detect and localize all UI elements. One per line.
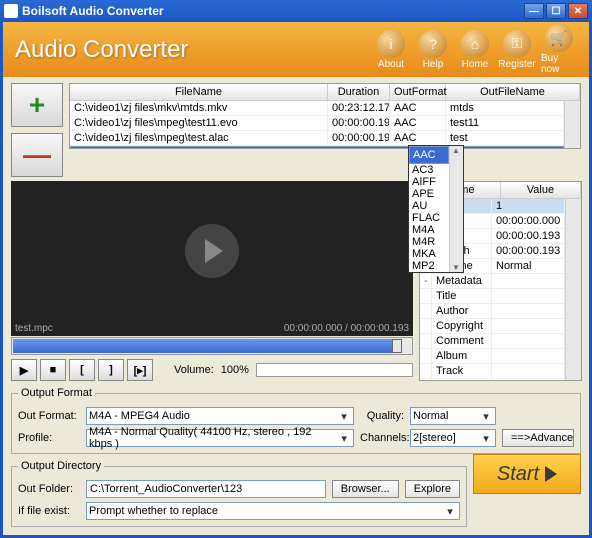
dropdown-item[interactable]: APE [409, 188, 449, 200]
about-icon: i [377, 30, 405, 58]
play-button[interactable]: ▶ [11, 359, 37, 381]
out-folder-label: Out Folder: [18, 483, 80, 495]
file-table-scrollbar[interactable] [564, 101, 580, 149]
file-row[interactable]: C:\video1\zj files\mpeg\test11.evo00:00:… [70, 116, 564, 131]
preview-file: test.mpc [15, 323, 53, 334]
seek-slider[interactable] [11, 337, 413, 355]
propgrid-scrollbar[interactable] [565, 199, 581, 380]
channels-select[interactable]: 2[stereo]▾ [410, 429, 496, 447]
prop-row[interactable]: Album [420, 349, 565, 364]
output-directory-group: Output Directory Out Folder: C:\Torrent_… [11, 460, 467, 527]
header-buy-now-button[interactable]: 🛒Buy now [541, 24, 577, 75]
preview-time: 00:00:00.000 / 00:00:00.193 [284, 323, 409, 334]
advance-button[interactable]: ==>Advance [502, 429, 574, 447]
header-help-button[interactable]: ?Help [415, 30, 451, 70]
stop-button[interactable]: ■ [40, 359, 66, 381]
dropdown-item[interactable]: FLAC [409, 212, 449, 224]
prop-row[interactable]: Title [420, 289, 565, 304]
prop-row[interactable]: -Metadata [420, 274, 565, 289]
mark-in-button[interactable]: [ [69, 359, 95, 381]
app-icon [4, 4, 18, 18]
remove-file-button[interactable]: — [11, 133, 63, 177]
prop-col-value: Value [501, 182, 582, 198]
channels-label: Channels: [360, 432, 404, 444]
prop-row[interactable]: Author [420, 304, 565, 319]
col-filename[interactable]: FileName [70, 84, 328, 100]
home-icon: ⌂ [461, 30, 489, 58]
app-title: Audio Converter [15, 36, 367, 64]
play-triangle-icon [545, 466, 557, 482]
minimize-button[interactable]: — [524, 3, 544, 19]
dropdown-item[interactable]: M4A [409, 224, 449, 236]
out-format-label: Out Format: [18, 410, 80, 422]
out-folder-input[interactable]: C:\Torrent_AudioConverter\123 [86, 480, 326, 498]
dropdown-item[interactable]: M4R [409, 236, 449, 248]
file-row[interactable]: C:\video1\zj files\mpeg\test.mpc00:00:00… [70, 146, 564, 149]
output-directory-legend: Output Directory [18, 460, 104, 472]
close-button[interactable]: ✕ [568, 3, 588, 19]
register-icon: ⚿ [503, 30, 531, 58]
mark-out-button[interactable]: ] [98, 359, 124, 381]
buy now-icon: 🛒 [545, 24, 573, 52]
help-icon: ? [419, 30, 447, 58]
out-format-select[interactable]: M4A - MPEG4 Audio▾ [86, 407, 354, 425]
format-dropdown[interactable]: AACAC3AIFFAPEAUFLACM4AM4RMKAMP2 [408, 145, 464, 273]
volume-value: 100% [221, 364, 249, 376]
file-table[interactable]: FileName Duration OutFormat OutFileName … [69, 83, 581, 149]
header-about-button[interactable]: iAbout [373, 30, 409, 70]
prop-row[interactable]: Copyright [420, 319, 565, 334]
col-outfilename[interactable]: OutFileName [446, 84, 580, 100]
if-exist-select[interactable]: Prompt whether to replace▾ [86, 502, 460, 520]
profile-label: Profile: [18, 432, 80, 444]
prop-row[interactable]: Track [420, 364, 565, 379]
dropdown-item[interactable]: AC3 [409, 164, 449, 176]
play-icon[interactable] [185, 224, 239, 278]
window-title: Boilsoft Audio Converter [22, 4, 164, 18]
add-file-button[interactable]: + [11, 83, 63, 127]
step-button[interactable]: [▸] [127, 359, 153, 381]
file-row[interactable]: C:\video1\zj files\mkv\mtds.mkv00:23:12.… [70, 101, 564, 116]
app-header: Audio Converter iAbout?Help⌂Home⚿Registe… [3, 22, 589, 77]
maximize-button[interactable]: ☐ [546, 3, 566, 19]
start-button[interactable]: Start [473, 454, 581, 494]
output-format-legend: Output Format [18, 387, 95, 399]
volume-label: Volume: [174, 364, 214, 376]
dropdown-scrollbar[interactable] [449, 146, 463, 272]
browse-button[interactable]: Browser... [332, 480, 399, 498]
output-format-group: Output Format Out Format: M4A - MPEG4 Au… [11, 387, 581, 454]
profile-select[interactable]: M4A - Normal Quality( 44100 Hz, stereo ,… [86, 429, 354, 447]
titlebar[interactable]: Boilsoft Audio Converter — ☐ ✕ [0, 0, 592, 22]
dropdown-item[interactable]: AAC [409, 146, 449, 164]
dropdown-item[interactable]: AIFF [409, 176, 449, 188]
volume-slider[interactable] [256, 363, 413, 377]
col-duration[interactable]: Duration [328, 84, 390, 100]
prop-row[interactable]: Comment [420, 334, 565, 349]
dropdown-item[interactable]: MP2 [409, 260, 449, 272]
if-exist-label: If file exist: [18, 505, 80, 517]
preview-pane[interactable] [11, 181, 413, 321]
explore-button[interactable]: Explore [405, 480, 460, 498]
file-row[interactable]: C:\video1\zj files\mpeg\test.alac00:00:0… [70, 131, 564, 146]
dropdown-item[interactable]: AU [409, 200, 449, 212]
quality-select[interactable]: Normal▾ [410, 407, 496, 425]
quality-label: Quality: [360, 410, 404, 422]
col-outformat[interactable]: OutFormat [390, 84, 446, 100]
header-home-button[interactable]: ⌂Home [457, 30, 493, 70]
dropdown-item[interactable]: MKA [409, 248, 449, 260]
header-register-button[interactable]: ⚿Register [499, 30, 535, 70]
